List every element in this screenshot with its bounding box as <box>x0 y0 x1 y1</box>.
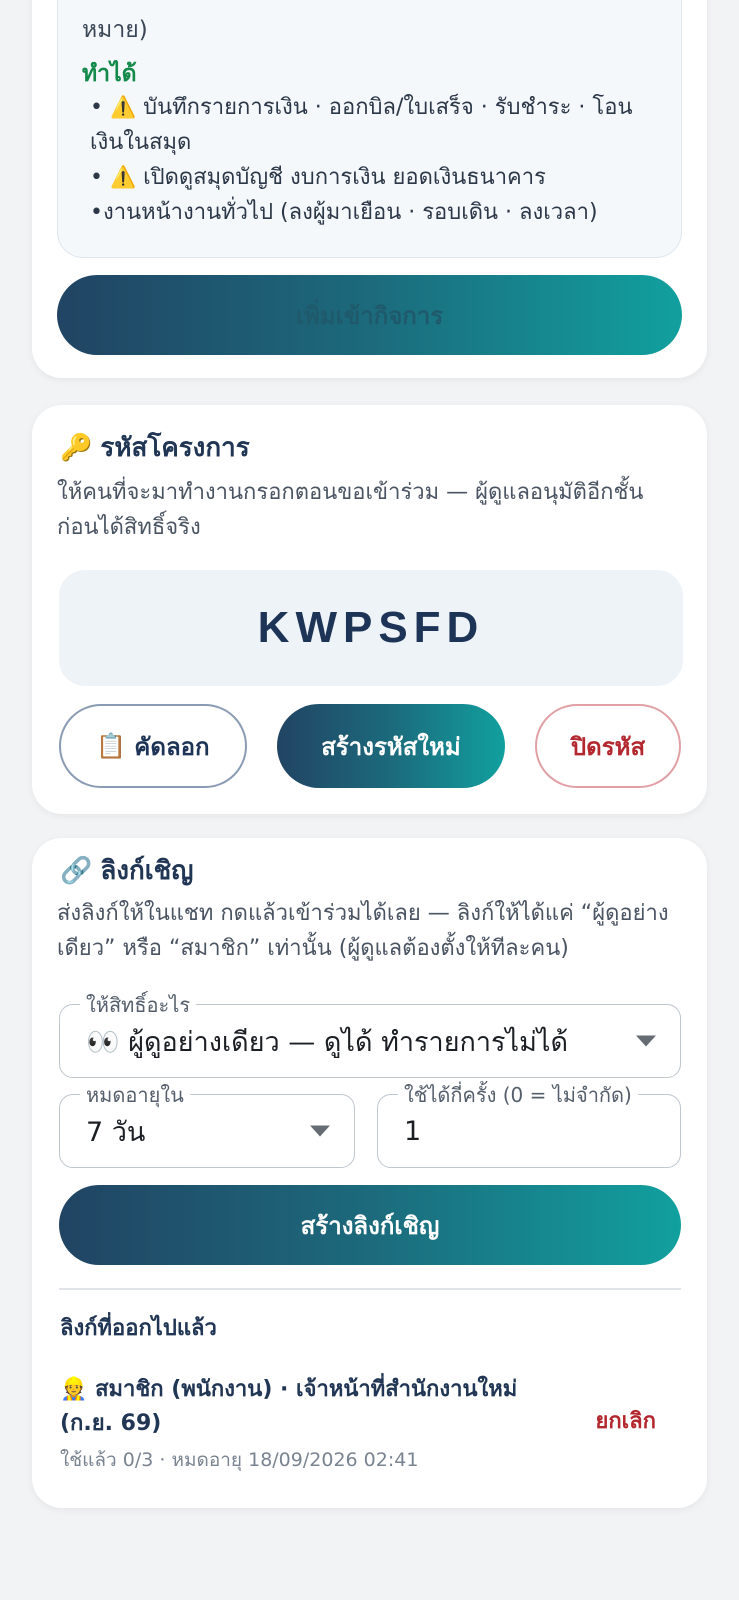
key-icon: 🔑 <box>60 432 93 463</box>
cancel-link-button[interactable]: ยกเลิก <box>595 1403 656 1438</box>
chevron-down-icon <box>636 1035 656 1047</box>
chevron-down-icon <box>310 1125 330 1137</box>
add-to-business-button[interactable]: เพิ่มเข้ากิจการ <box>57 275 682 355</box>
warning-icon: ⚠️ <box>109 95 137 119</box>
link-icon: 🔗 <box>60 855 93 886</box>
close-code-button[interactable]: ปิดรหัส <box>535 704 681 788</box>
project-code-title: 🔑 รหัสโครงการ <box>60 432 250 464</box>
max-uses-input[interactable]: ใช้ได้กี่ครั้ง (0 = ไม่จำกัด) 1 <box>377 1079 681 1168</box>
issued-links-title: ลิงก์ที่ออกไปแล้ว <box>60 1316 217 1341</box>
copy-code-button[interactable]: 📋 คัดลอก <box>59 704 247 788</box>
divider <box>59 1288 681 1290</box>
max-uses-label: ใช้ได้กี่ครั้ง (0 = ไม่จำกัด) <box>398 1079 638 1111</box>
role-select[interactable]: ให้สิทธิ์อะไร 👀 ผู้ดูอย่างเดียว — ดูได้ … <box>59 989 681 1078</box>
create-invite-link-button[interactable]: สร้างลิงก์เชิญ <box>59 1185 681 1265</box>
can-do-title: ทำได้ <box>82 61 137 87</box>
invite-link-card: 🔗 ลิงก์เชิญ ส่งลิงก์ให้ในแชท กดแล้วเข้าร… <box>32 838 707 1508</box>
role-select-value: 👀 ผู้ดูอย่างเดียว — ดูได้ ทำรายการไม่ได้ <box>86 1026 569 1058</box>
expire-select-value: 7 วัน <box>86 1116 146 1148</box>
issued-link-meta: ใช้แล้ว 0/3 · หมดอายุ 18/09/2026 02:41 <box>60 1449 419 1471</box>
project-code-value: KWPSFD <box>59 570 683 686</box>
invite-link-title: 🔗 ลิงก์เชิญ <box>60 855 194 887</box>
can-do-list: • ⚠️ บันทึกรายการเงิน · ออกบิล/ใบเสร็จ ·… <box>90 90 660 230</box>
clipboard-icon: 📋 <box>96 732 127 760</box>
worker-icon: 👷 <box>60 1377 88 1402</box>
invite-link-description: ส่งลิงก์ให้ในแชท กดแล้วเข้าร่วมได้เลย — … <box>57 901 669 961</box>
can-do-item: • ⚠️ เปิดดูสมุดบัญชี งบการเงิน ยอดเงินธน… <box>90 165 546 190</box>
can-do-item: •งานหน้างานทั่วไป (ลงผู้มาเยือน · รอบเดิ… <box>90 200 598 225</box>
permission-summary-box: หมาย) ทำได้ • ⚠️ บันทึกรายการเงิน · ออกบ… <box>57 0 682 258</box>
project-code-description: ให้คนที่จะมาทำงานกรอกตอนขอเข้าร่วม — ผู้… <box>57 480 644 540</box>
role-card: หมาย) ทำได้ • ⚠️ บันทึกรายการเงิน · ออกบ… <box>32 0 707 378</box>
issued-link-title: 👷 สมาชิก (พนักงาน) · เจ้าหน้าที่สำนักงาน… <box>60 1377 518 1436</box>
regenerate-code-button[interactable]: สร้างรหัสใหม่ <box>277 704 505 788</box>
issued-link-item: 👷 สมาชิก (พนักงาน) · เจ้าหน้าที่สำนักงาน… <box>60 1373 682 1475</box>
max-uses-value[interactable]: 1 <box>404 1095 421 1167</box>
warning-icon: ⚠️ <box>109 165 137 189</box>
can-do-item: • ⚠️ บันทึกรายการเงิน · ออกบิล/ใบเสร็จ ·… <box>90 95 633 155</box>
project-code-card: 🔑 รหัสโครงการ ให้คนที่จะมาทำงานกรอกตอนขอ… <box>32 405 707 814</box>
expire-select[interactable]: หมดอายุใน 7 วัน <box>59 1079 355 1168</box>
permission-cut-text: หมาย) <box>82 17 148 43</box>
